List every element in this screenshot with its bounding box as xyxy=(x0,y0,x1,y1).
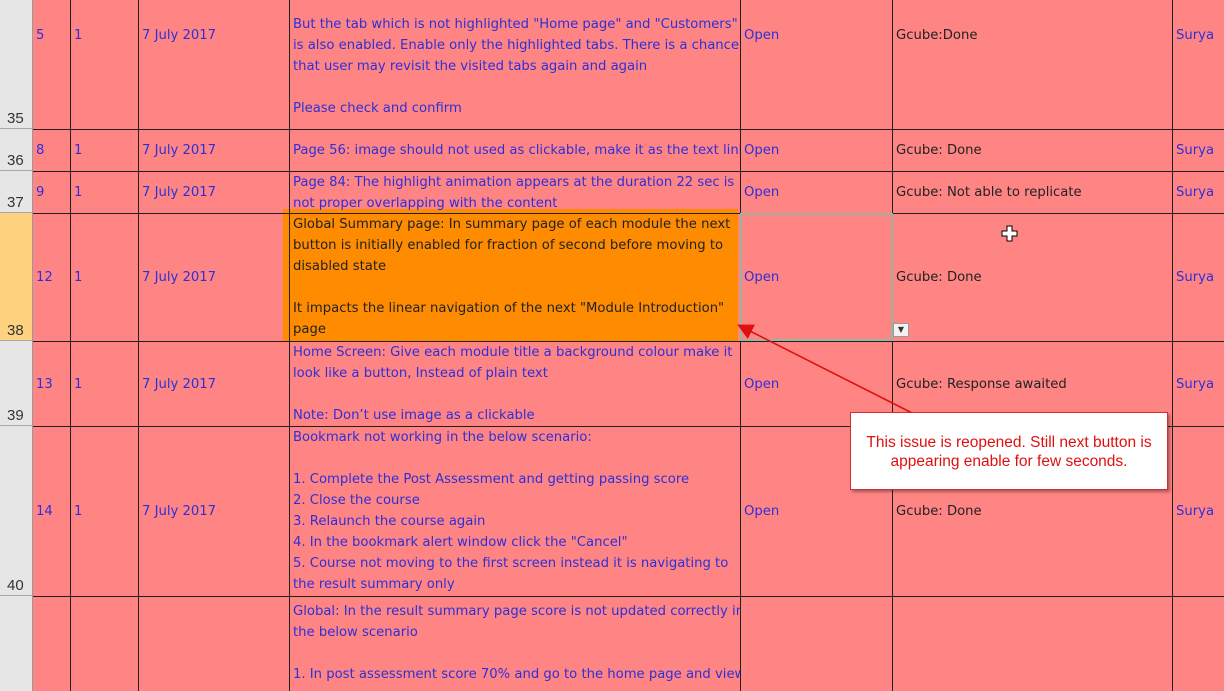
status-cell[interactable]: Open xyxy=(741,0,892,70)
callout-text-line: appearing enable for few seconds. xyxy=(890,453,1128,470)
callout-text-line: This issue is reopened. Still next butto… xyxy=(866,434,1152,451)
version-cell[interactable]: 1 xyxy=(71,130,138,171)
status-cell[interactable]: Open xyxy=(741,172,892,213)
description-line: 3. Relaunch the course again xyxy=(293,514,486,529)
id-cell[interactable]: 13 xyxy=(33,342,70,426)
owner-cell[interactable]: Surya xyxy=(1173,342,1224,426)
description-line: Global: In the result summary page score… xyxy=(293,604,740,619)
status-cell[interactable]: Open xyxy=(741,130,892,171)
description-line: 4. In the bookmark alert window click th… xyxy=(293,535,628,550)
response-cell[interactable]: Gcube: Done xyxy=(893,214,1172,341)
response-cell[interactable]: Gcube: Done xyxy=(893,130,1172,171)
date-cell[interactable]: 7 July 2017 xyxy=(139,342,289,426)
date-cell[interactable]: 7 July 2017 xyxy=(139,172,289,213)
id-cell[interactable]: 14 xyxy=(33,427,70,596)
version-cell[interactable]: 1 xyxy=(71,342,138,426)
description-line xyxy=(293,643,737,664)
date-cell[interactable]: 7 July 2017 xyxy=(139,130,289,171)
response-cell[interactable]: Gcube: Not able to replicate xyxy=(893,172,1172,213)
owner-cell[interactable]: Surya xyxy=(1173,427,1224,596)
id-cell[interactable]: 8 xyxy=(33,130,70,171)
description-line: is also enabled. Enable only the highlig… xyxy=(293,38,739,53)
annotation-callout: This issue is reopened. Still next butto… xyxy=(850,412,1168,490)
owner-cell[interactable]: Surya xyxy=(1173,214,1224,341)
description-line: But the tab which is not highlighted "Ho… xyxy=(293,17,738,32)
description-line: the below scenario xyxy=(293,625,418,640)
description-line: that user may revisit the visited tabs a… xyxy=(293,59,648,74)
description-line: 2. Close the course xyxy=(293,493,420,508)
description-cell[interactable]: Global Summary page: In summary page of … xyxy=(290,210,740,341)
description-line: button is initially enabled for fraction… xyxy=(293,238,724,253)
description-cell[interactable]: Bookmark not working in the below scenar… xyxy=(290,423,740,596)
owner-cell[interactable]: Surya xyxy=(1173,130,1224,171)
row-number[interactable]: 36 xyxy=(0,129,32,171)
description-line: Home Screen: Give each module title a ba… xyxy=(293,345,733,360)
date-cell[interactable]: 7 July 2017 xyxy=(139,0,289,70)
version-cell[interactable]: 1 xyxy=(71,0,138,70)
version-cell[interactable]: 1 xyxy=(71,427,138,596)
row-number[interactable]: 40 xyxy=(0,426,32,596)
date-cell[interactable]: 7 July 2017 xyxy=(139,214,289,341)
description-line xyxy=(293,277,737,298)
description-cell[interactable]: Global: In the result summary page score… xyxy=(290,597,740,691)
version-cell[interactable]: 1 xyxy=(71,172,138,213)
id-cell[interactable]: 5 xyxy=(33,0,70,70)
owner-cell[interactable]: Surya xyxy=(1173,0,1224,70)
description-cell[interactable]: But the tab which is not highlighted "Ho… xyxy=(290,10,740,129)
cross-cursor-icon xyxy=(1001,225,1018,242)
description-line xyxy=(293,77,737,98)
version-cell[interactable]: 1 xyxy=(71,214,138,341)
row-number-active[interactable]: 38 xyxy=(0,213,32,341)
description-line: disabled state xyxy=(293,259,387,274)
response-cell[interactable]: Gcube:Done xyxy=(893,0,1172,70)
description-line: 1. Complete the Post Assessment and gett… xyxy=(293,472,690,487)
id-cell[interactable]: 12 xyxy=(33,214,70,341)
owner-cell[interactable]: Surya xyxy=(1173,172,1224,213)
date-cell[interactable]: 7 July 2017 xyxy=(139,427,289,596)
description-cell[interactable]: Home Screen: Give each module title a ba… xyxy=(290,338,740,426)
id-cell[interactable]: 9 xyxy=(33,172,70,213)
description-cell[interactable]: Page 84: The highlight animation appears… xyxy=(290,168,740,213)
active-cell-border xyxy=(740,213,893,341)
description-line: page xyxy=(293,322,326,337)
row-number[interactable]: 37 xyxy=(0,171,32,213)
description-line: look like a button, Instead of plain tex… xyxy=(293,366,548,381)
description-line: 5. Course not moving to the first screen… xyxy=(293,556,729,571)
description-cell[interactable]: Page 56: image should not used as clicka… xyxy=(290,130,740,171)
description-line xyxy=(293,384,737,405)
row-number[interactable]: 39 xyxy=(0,341,32,426)
row-number[interactable]: 35 xyxy=(0,0,32,129)
description-line: Please check and confirm xyxy=(293,101,462,116)
description-line: Global Summary page: In summary page of … xyxy=(293,217,731,232)
description-line xyxy=(293,448,737,469)
description-line: Page 84: The highlight animation appears… xyxy=(293,175,735,190)
description-line: Bookmark not working in the below scenar… xyxy=(293,430,592,445)
description-line: 1. In post assessment score 70% and go t… xyxy=(293,667,740,682)
description-line: the result summary only xyxy=(293,577,455,592)
description-line: It impacts the linear navigation of the … xyxy=(293,301,725,316)
